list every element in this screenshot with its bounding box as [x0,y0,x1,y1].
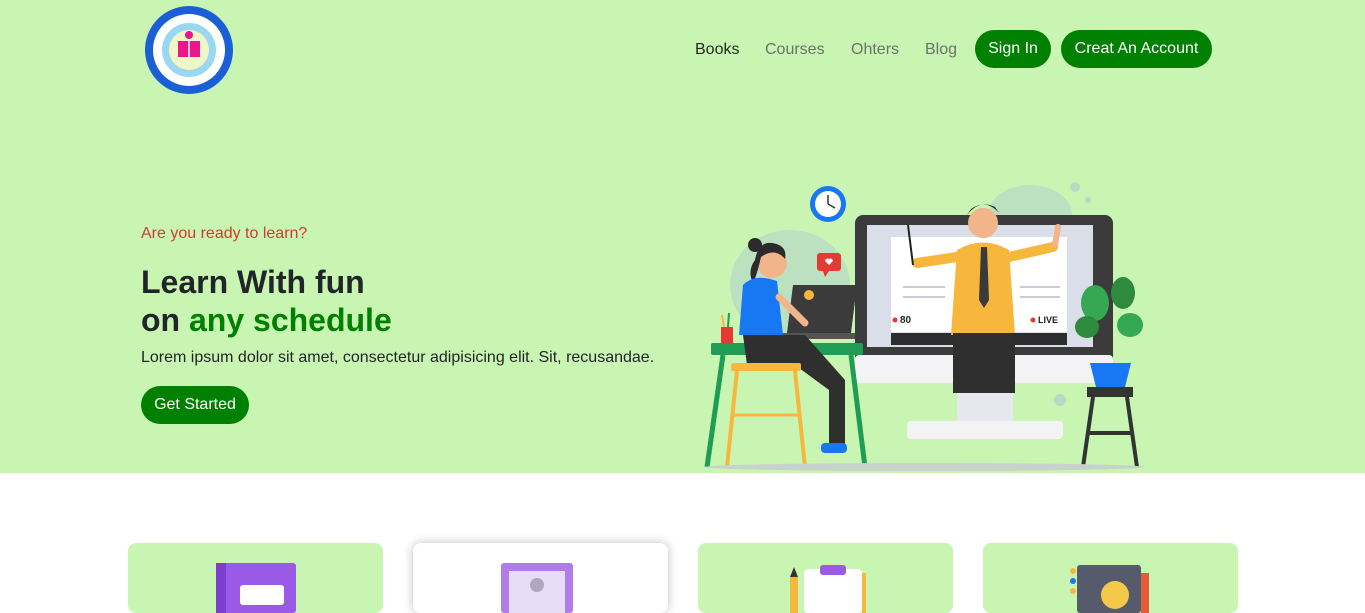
create-account-button[interactable]: Creat An Account [1061,30,1212,68]
category-card-books[interactable] [128,543,383,613]
online-class-illustration: 80 LIVE [695,175,1155,473]
live-badge: LIVE [1038,315,1058,325]
category-card-courses[interactable] [413,543,668,613]
school-logo[interactable] [144,5,234,95]
nav-courses[interactable]: Courses [765,41,825,59]
profile-card-icon [501,563,573,613]
category-card-blog[interactable] [983,543,1238,613]
headline-accent: any schedule [188,302,392,338]
headline-prefix: on [141,302,189,338]
headline-line-2: on any schedule [141,301,392,339]
book-icon [216,563,296,613]
hero-lead: Lorem ipsum dolor sit amet, consectetur … [141,349,655,366]
category-card-others[interactable] [698,543,953,613]
sign-in-button[interactable]: Sign In [975,30,1051,68]
nav-books[interactable]: Books [695,41,739,59]
clipboard-pencil-icon [790,565,866,613]
hero-section: Books Courses Ohters Blog Sign In Creat … [0,0,1365,473]
hero-headline: Learn With fun on any schedule [141,263,392,339]
clock-icon [810,186,846,222]
notebook-icon [1070,565,1149,613]
nav-blog[interactable]: Blog [925,41,957,59]
get-started-button[interactable]: Get Started [141,386,249,424]
nav-others[interactable]: Ohters [851,41,899,59]
headline-line-1: Learn With fun [141,264,365,300]
hero-kicker: Are you ready to learn? [141,225,308,242]
school-seal-logo-icon [145,6,233,94]
viewer-count: 80 [900,315,912,326]
